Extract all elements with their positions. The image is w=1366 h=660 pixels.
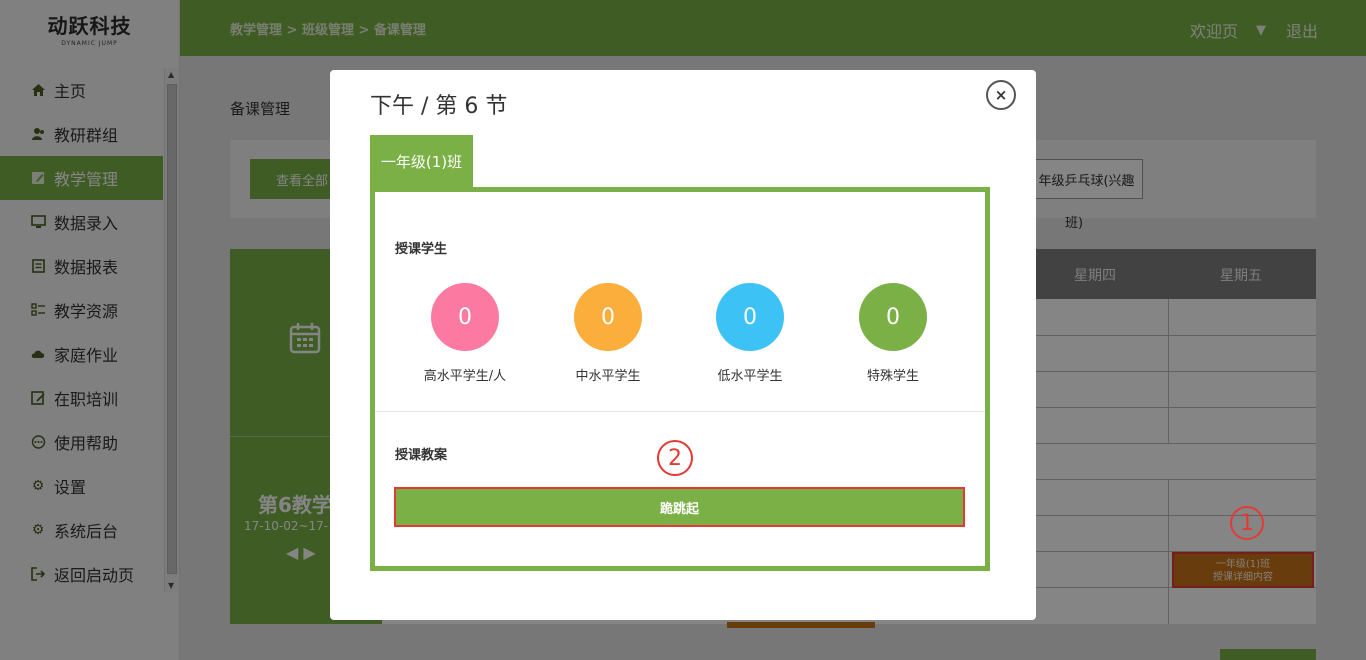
stat-label: 特殊学生 [866, 369, 919, 384]
lesson-plan-section-title: 授课教案 [395, 448, 448, 463]
students-section-title: 授课学生 [395, 242, 448, 257]
stat-circle: 0 [859, 283, 927, 351]
annotation-marker-1: 1 [1230, 506, 1264, 540]
tab-class-1[interactable]: 一年级(1)班 [370, 135, 473, 187]
stat-low-level[interactable]: 0 低水平学生 [690, 283, 810, 384]
stat-label: 中水平学生 [575, 369, 641, 384]
stat-high-level[interactable]: 0 高水平学生/人 [405, 283, 525, 384]
stat-label: 低水平学生 [717, 369, 783, 384]
lesson-modal: 下午 / 第 6 节 × 一年级(1)班 授课学生 0 高水平学生/人 0 中水… [330, 70, 1036, 620]
lesson-plan-button[interactable]: 跪跳起 [394, 487, 965, 527]
stat-circle: 0 [574, 283, 642, 351]
section-divider [375, 411, 985, 412]
modal-title: 下午 / 第 6 节 [370, 94, 508, 119]
stat-label: 高水平学生/人 [423, 369, 507, 384]
stat-circle: 0 [716, 283, 784, 351]
close-button[interactable]: × [986, 80, 1016, 110]
close-icon: × [994, 86, 1008, 104]
annotation-marker-2: 2 [657, 440, 693, 476]
lesson-content-box: 授课学生 0 高水平学生/人 0 中水平学生 0 低水平学生 0 特殊学生 授课… [370, 187, 990, 571]
stat-mid-level[interactable]: 0 中水平学生 [548, 283, 668, 384]
stat-special[interactable]: 0 特殊学生 [833, 283, 953, 384]
stat-circle: 0 [431, 283, 499, 351]
